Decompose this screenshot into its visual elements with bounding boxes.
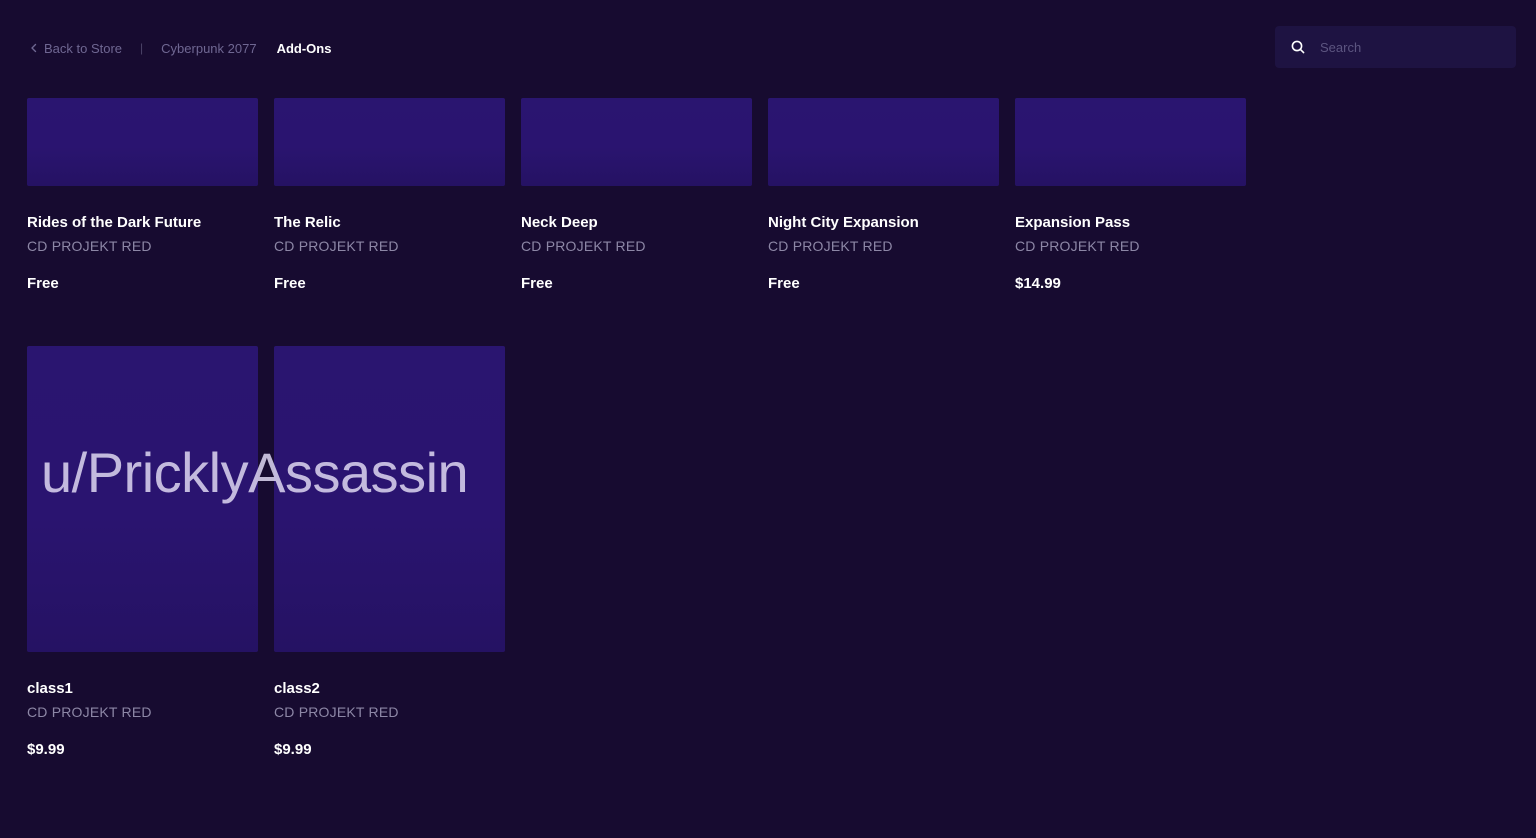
breadcrumb-separator: |	[140, 41, 144, 55]
addon-card-neck-deep[interactable]: Neck Deep CD PROJEKT RED Free	[521, 98, 752, 293]
addon-publisher: CD PROJEKT RED	[768, 238, 893, 254]
addon-price: Free	[27, 275, 59, 292]
addon-card-class2[interactable]: class2 CD PROJEKT RED $9.99	[274, 346, 505, 759]
addon-publisher: CD PROJEKT RED	[274, 238, 399, 254]
addon-price: Free	[274, 275, 306, 292]
addon-price: $9.99	[27, 741, 65, 758]
addon-publisher: CD PROJEKT RED	[521, 238, 646, 254]
addon-title: Night City Expansion	[768, 214, 919, 231]
chevron-left-icon	[31, 43, 37, 53]
addon-price: $14.99	[1015, 275, 1061, 292]
addon-publisher: CD PROJEKT RED	[274, 704, 399, 720]
addon-thumbnail[interactable]	[1015, 98, 1246, 186]
addon-price: Free	[768, 275, 800, 292]
addon-title: The Relic	[274, 214, 341, 231]
addon-card-night-city-expansion[interactable]: Night City Expansion CD PROJEKT RED Free	[768, 98, 999, 293]
addon-publisher: CD PROJEKT RED	[27, 704, 152, 720]
breadcrumb-current-page[interactable]: Add-Ons	[277, 41, 332, 56]
addon-thumbnail[interactable]	[27, 98, 258, 186]
search-box[interactable]	[1275, 26, 1516, 68]
addon-thumbnail[interactable]	[274, 98, 505, 186]
top-bar: Back to Store | Cyberpunk 2077 Add-Ons	[0, 0, 1536, 90]
addon-card-rides-of-the-dark-future[interactable]: Rides of the Dark Future CD PROJEKT RED …	[27, 98, 258, 293]
back-to-store-link[interactable]: Back to Store	[28, 41, 122, 56]
addons-page: Back to Store | Cyberpunk 2077 Add-Ons R…	[0, 0, 1536, 838]
search-icon	[1291, 40, 1305, 54]
breadcrumb-game-link[interactable]: Cyberpunk 2077	[161, 41, 256, 56]
addon-thumbnail[interactable]	[521, 98, 752, 186]
addon-thumbnail[interactable]	[27, 346, 258, 652]
addon-card-class1[interactable]: class1 CD PROJEKT RED $9.99	[27, 346, 258, 759]
breadcrumb: Back to Store | Cyberpunk 2077 Add-Ons	[28, 38, 331, 58]
addon-price: $9.99	[274, 741, 312, 758]
addon-title: Rides of the Dark Future	[27, 214, 202, 231]
addon-title: class1	[27, 680, 73, 697]
addon-card-the-relic[interactable]: The Relic CD PROJEKT RED Free	[274, 98, 505, 293]
search-input[interactable]	[1320, 26, 1516, 68]
back-to-store-label: Back to Store	[44, 40, 123, 56]
addon-publisher: CD PROJEKT RED	[1015, 238, 1140, 254]
addon-publisher: CD PROJEKT RED	[27, 238, 152, 254]
addon-price: Free	[521, 275, 553, 292]
addon-thumbnail[interactable]	[768, 98, 999, 186]
addon-card-expansion-pass[interactable]: Expansion Pass CD PROJEKT RED $14.99	[1015, 98, 1246, 293]
addon-title: Expansion Pass	[1015, 214, 1131, 231]
addon-title: Neck Deep	[521, 214, 598, 231]
addon-thumbnail[interactable]	[274, 346, 505, 652]
addon-title: class2	[274, 680, 320, 697]
